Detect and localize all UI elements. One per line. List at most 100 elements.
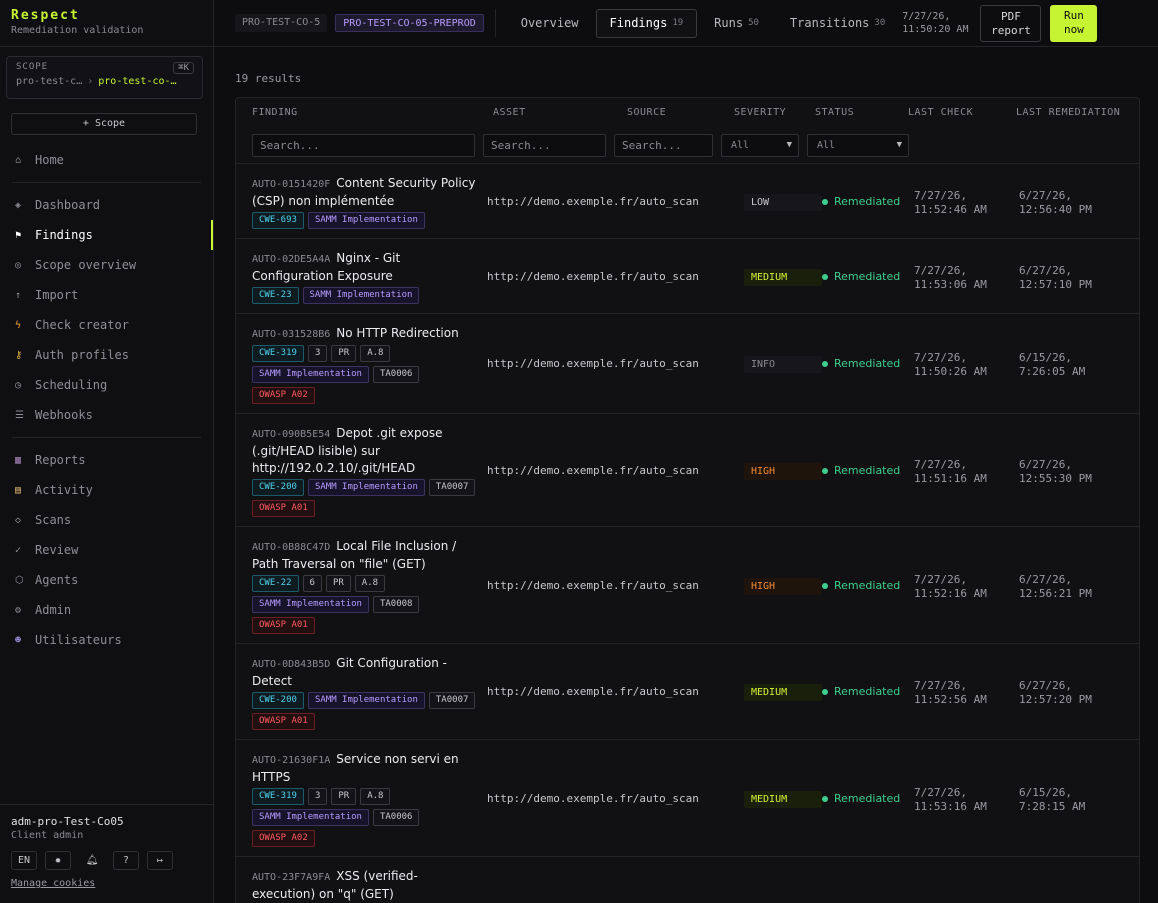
sidebar-item-reports[interactable]: ▥ Reports <box>0 445 213 475</box>
time-line: 11:51:16 AM <box>914 472 987 485</box>
source-search-input[interactable]: Search... <box>614 134 713 157</box>
manage-cookies-link[interactable]: Manage cookies <box>11 878 202 889</box>
finding-title[interactable]: AUTO-0D843B5D Git Configuration - Detect <box>252 655 477 690</box>
scope-path: pro-test-c… › pro-test-co-… <box>16 76 193 87</box>
asset-url[interactable]: http://demo.exemple.fr/auto_scan <box>487 685 699 698</box>
sidebar-item-label: Reports <box>35 453 86 467</box>
status-indicator: Remediated <box>822 357 900 370</box>
gear-icon: ⚙ <box>15 604 22 616</box>
date-line: 7/27/26, <box>914 351 967 364</box>
scope-chip-parent[interactable]: PRO-TEST-CO-5 <box>235 14 328 32</box>
button-label: Run <box>1064 8 1084 22</box>
column-header-last-check[interactable]: LAST CHECK <box>908 107 973 118</box>
table-row[interactable]: AUTO-21630F1A Service non servi en HTTPS C… <box>236 740 1139 857</box>
finding-title[interactable]: AUTO-031528B6 No HTTP Redirection <box>252 325 477 343</box>
sidebar-item-scheduling[interactable]: ◷ Scheduling <box>0 370 213 400</box>
tag-badge: OWASP A01 <box>252 500 315 517</box>
scope-current[interactable]: pro-test-co-… <box>98 76 176 87</box>
finding-id: AUTO-02DE5A4A <box>252 254 331 265</box>
column-header-status[interactable]: STATUS <box>815 107 854 118</box>
divider <box>12 437 201 438</box>
sidebar-item-scans[interactable]: ◇ Scans <box>0 505 213 535</box>
finding-title[interactable]: AUTO-0151420F Content Security Policy (CS… <box>252 175 477 210</box>
sidebar-item-agents[interactable]: ⬡ Agents <box>0 565 213 595</box>
tag-badge: OWASP A02 <box>252 387 315 404</box>
sidebar-item-label: Auth profiles <box>35 348 129 362</box>
severity-filter-select[interactable]: All ▼ <box>721 134 799 157</box>
asset-url[interactable]: http://demo.exemple.fr/auto_scan <box>487 195 699 208</box>
sidebar-footer: adm-pro-Test-Co05 Client admin EN ✹ 🔔︎ ?… <box>0 804 213 903</box>
asset-url[interactable]: http://demo.exemple.fr/auto_scan <box>487 464 699 477</box>
run-now-button[interactable]: Run now <box>1050 4 1098 42</box>
table-row[interactable]: AUTO-02DE5A4A Nginx - Git Configuration E… <box>236 239 1139 314</box>
logout-button[interactable]: ↦ <box>147 851 174 870</box>
finding-id: AUTO-0B88C47D <box>252 542 331 553</box>
sidebar-item-findings[interactable]: ⚑ Findings <box>0 220 213 250</box>
tab-transitions[interactable]: Transitions 30 <box>776 9 899 38</box>
sidebar-item-auth-profiles[interactable]: ⚷ Auth profiles <box>0 340 213 370</box>
home-icon: ⌂ <box>15 154 22 166</box>
tab-runs[interactable]: Runs 50 <box>700 9 773 38</box>
date-line: 7/27/26, <box>914 679 967 692</box>
finding-cell: AUTO-02DE5A4A Nginx - Git Configuration E… <box>252 250 477 304</box>
last-remediation-date: 6/27/26, 12:56:21 PM <box>1019 573 1092 601</box>
tag-badge: CWE-319 <box>252 788 304 805</box>
finding-title[interactable]: AUTO-21630F1A Service non servi en HTTPS <box>252 751 477 786</box>
table-row[interactable]: AUTO-0151420F Content Security Policy (CS… <box>236 164 1139 239</box>
table-row[interactable]: AUTO-031528B6 No HTTP Redirection CWE-319 3… <box>236 314 1139 414</box>
sidebar-item-scope-overview[interactable]: ◎ Scope overview <box>0 250 213 280</box>
finding-title[interactable]: AUTO-090B5E54 Depot .git expose (.git/HEA… <box>252 425 477 477</box>
column-header-last-remediation[interactable]: LAST REMEDIATION <box>1016 107 1120 118</box>
tab-overview[interactable]: Overview <box>507 9 593 38</box>
table-row[interactable]: AUTO-0B88C47D Local File Inclusion / Path… <box>236 527 1139 644</box>
sidebar-item-check-creator[interactable]: ϟ Check creator <box>0 310 213 340</box>
column-header-source[interactable]: SOURCE <box>627 107 666 118</box>
target-icon: ◎ <box>15 259 22 271</box>
help-button[interactable]: ? <box>113 851 140 870</box>
finding-tags: CWE-22 6 PR A.8 SAMM Implementation TA0008 OWA… <box>252 575 477 634</box>
sidebar-item-label: Utilisateurs <box>35 633 122 647</box>
table-row[interactable]: AUTO-23F7A9FA XSS (verified-execution) on… <box>236 857 1139 903</box>
table-row[interactable]: AUTO-090B5E54 Depot .git expose (.git/HEA… <box>236 414 1139 527</box>
severity-badge: MEDIUM <box>744 684 822 701</box>
sidebar-item-home[interactable]: ⌂ Home <box>0 145 213 175</box>
finding-title[interactable]: AUTO-23F7A9FA XSS (verified-execution) on… <box>252 868 477 903</box>
pdf-report-button[interactable]: PDF report <box>980 4 1042 42</box>
column-header-asset[interactable]: ASSET <box>493 107 526 118</box>
status-label: Remediated <box>834 357 901 370</box>
sidebar-item-import[interactable]: ↑ Import <box>0 280 213 310</box>
asset-search-input[interactable]: Search... <box>483 134 606 157</box>
status-dot-icon <box>822 199 828 205</box>
dashboard-icon: ◈ <box>15 199 22 211</box>
tag-badge: TA0007 <box>428 479 476 496</box>
finding-title[interactable]: AUTO-0B88C47D Local File Inclusion / Path… <box>252 538 477 573</box>
asset-url[interactable]: http://demo.exemple.fr/auto_scan <box>487 357 699 370</box>
asset-url[interactable]: http://demo.exemple.fr/auto_scan <box>487 579 699 592</box>
scope-chip-current[interactable]: PRO-TEST-CO-05-PREPROD <box>335 14 484 32</box>
sidebar-item-dashboard[interactable]: ◈ Dashboard <box>0 190 213 220</box>
chart-icon: ▥ <box>15 454 22 466</box>
sidebar-item-admin[interactable]: ⚙ Admin <box>0 595 213 625</box>
finding-title[interactable]: AUTO-02DE5A4A Nginx - Git Configuration E… <box>252 250 477 285</box>
sidebar-item-review[interactable]: ✓ Review <box>0 535 213 565</box>
scope-parent[interactable]: pro-test-c… <box>16 76 82 87</box>
column-header-severity[interactable]: SEVERITY <box>734 107 786 118</box>
table-row[interactable]: AUTO-0D843B5D Git Configuration - Detect C… <box>236 644 1139 740</box>
tab-findings[interactable]: Findings 19 <box>595 8 698 38</box>
tab-count: 50 <box>748 18 759 28</box>
theme-toggle-button[interactable]: ✹ <box>45 851 72 870</box>
asset-url[interactable]: http://demo.exemple.fr/auto_scan <box>487 270 699 283</box>
asset-url[interactable]: http://demo.exemple.fr/auto_scan <box>487 792 699 805</box>
status-indicator: Remediated <box>822 270 900 283</box>
scope-selector[interactable]: SCOPE ⌘K pro-test-c… › pro-test-co-… <box>6 56 203 99</box>
add-scope-button[interactable]: + Scope <box>11 113 197 135</box>
notifications-button[interactable]: 🔔︎ <box>79 851 105 870</box>
finding-search-input[interactable]: Search... <box>252 134 475 157</box>
date-line: 6/15/26, <box>1019 351 1072 364</box>
sidebar-item-activity[interactable]: ▤ Activity <box>0 475 213 505</box>
column-header-finding[interactable]: FINDING <box>252 107 298 118</box>
language-button[interactable]: EN <box>11 851 38 870</box>
sidebar-item-utilisateurs[interactable]: ☻ Utilisateurs <box>0 625 213 655</box>
status-filter-select[interactable]: All ▼ <box>807 134 909 157</box>
sidebar-item-webhooks[interactable]: ☰ Webhooks <box>0 400 213 430</box>
